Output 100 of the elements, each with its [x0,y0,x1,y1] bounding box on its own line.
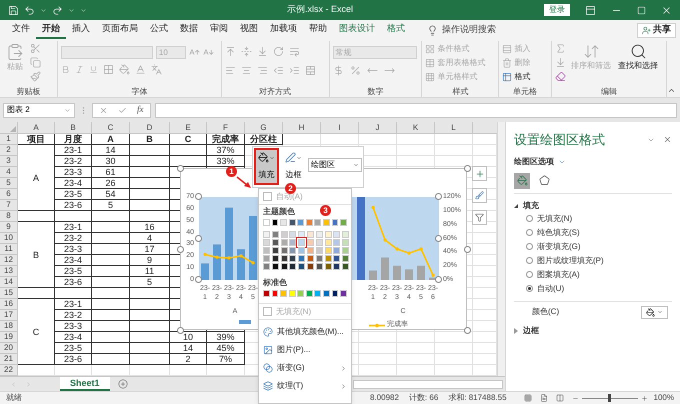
column-header[interactable]: G [260,122,267,134]
menu-item[interactable]: 图片(P)... [259,341,351,359]
table-cell: 33% [207,156,245,167]
login-button[interactable]: 登录 [544,4,570,16]
table-cell: 5 [130,277,170,288]
column-header[interactable]: J [376,122,380,134]
column-header[interactable]: A [33,122,39,134]
ribbon-tab[interactable]: 数据 [174,21,204,39]
name-box[interactable]: 图表 2 [3,102,75,118]
group-label: 字体 [131,86,148,97]
radio-label: 无填充(N) [537,212,572,224]
options-dropdown[interactable]: 绘图区选项 [514,156,566,168]
table-cell: 23-6 [55,200,92,211]
table-cell: 23-1 [55,222,92,233]
status-sum: 求和: 817488.55 [448,392,507,404]
table-cell: 9 [130,255,170,266]
pane-title: 设置绘图区格式 [514,131,605,149]
column-title: A [92,134,130,145]
column-header[interactable]: K [412,122,418,134]
table-cell: C [18,299,55,365]
sheet-tab[interactable]: Sheet1 [60,377,110,391]
table-cell: 14 [92,145,130,156]
column-header[interactable]: I [338,122,341,134]
table-cell: 39% [207,332,245,343]
point [431,274,435,277]
menu-item[interactable]: 纹理(T) [259,377,351,395]
table-cell: 23-3 [55,321,92,332]
ribbon-tab[interactable]: 图表设计 [333,21,381,39]
column-title: C [170,134,207,145]
status-count: 计数: 66 [408,392,438,404]
point [239,254,243,258]
chart-element-dropdown[interactable]: 绘图区 [308,158,362,172]
table-cell: 5 [92,200,130,211]
table-cell: 23-1 [55,299,92,310]
menu-item[interactable]: 渐变(G) [259,359,351,377]
table-cell: 23-5 [55,189,92,200]
point [383,238,387,242]
table-cell: 23-4 [55,255,92,266]
table-cell: 23-3 [55,244,92,255]
fill-button[interactable]: 填充 [254,148,279,185]
ribbon-tab[interactable]: 文件 [6,21,36,39]
column-header[interactable]: E [185,122,191,134]
point [419,247,423,250]
column-header[interactable]: H [298,122,304,134]
search-field[interactable]: 操作说明搜索 [425,22,498,38]
table-cell: 23-5 [55,343,92,354]
table-cell: 23-4 [55,332,92,343]
point [371,206,375,209]
zoom-level: 100% [654,392,674,404]
table-cell: 23-1 [55,145,92,156]
table-cell: 30 [92,156,130,167]
column-header[interactable]: D [146,122,152,134]
column-header[interactable]: F [223,122,228,134]
table-cell: 23-2 [55,156,92,167]
table-cell: B [18,222,55,288]
group-label: 数字 [367,86,384,97]
point [407,251,411,255]
radio-label: 自动(U) [537,282,564,294]
group-label: 单元格 [513,86,538,97]
border-button[interactable]: 边框 [281,148,306,185]
radio-label: 渐变填充(G) [537,240,581,252]
column-title: B [130,134,170,145]
column-title: 完成率 [207,134,245,145]
share-button[interactable]: 共享 [637,22,676,38]
column-header[interactable]: L [451,122,456,134]
cells-button[interactable]: 格式 [502,71,530,83]
column-header[interactable]: C [108,122,114,134]
table-cell: 23-6 [55,277,92,288]
table-cell: A [18,145,55,211]
section-label: 主题颜色 [262,206,296,218]
window-title: 示例.xlsx - Excel [286,3,353,16]
ribbon-tab[interactable]: 视图 [234,21,264,39]
find-select-button[interactable]: 查找和选择 [616,43,660,72]
group-label: 编辑 [601,86,618,97]
table-cell: 23-2 [55,310,92,321]
section-label: 标准色 [262,277,288,289]
ribbon-tab[interactable]: 页面布局 [96,21,144,39]
function-button[interactable]: fx [137,103,144,117]
section-header[interactable]: 边框 [514,324,539,336]
ribbon-tab[interactable]: 加载项 [264,21,303,39]
table-cell: 45% [207,343,245,354]
name-box-text: 图表 2 [7,104,30,116]
table-cell: 23-5 [55,266,92,277]
section-header[interactable]: 填充 [514,200,539,212]
status-average: 8.00982 [370,392,399,404]
table-cell: 61 [92,167,130,178]
table-cell: 26 [92,178,130,189]
table-cell: 23-6 [55,354,92,365]
ribbon-tab[interactable]: 公式 [144,21,174,39]
table-cell: 17 [130,244,170,255]
ribbon-tab[interactable]: 帮助 [303,21,333,39]
column-header[interactable]: B [70,122,76,134]
ribbon-tab[interactable]: 插入 [66,21,96,39]
field-label: 颜色(C) [532,306,560,318]
table-cell: 23-2 [55,233,92,244]
ribbon-tab[interactable]: 格式 [381,21,411,39]
menu-item[interactable]: 其他填充颜色(M)... [259,323,351,341]
ribbon-tab[interactable]: 审阅 [204,21,234,39]
radio-label: 图片或纹理填充(P) [537,254,604,266]
table-cell: 2 [170,354,207,365]
